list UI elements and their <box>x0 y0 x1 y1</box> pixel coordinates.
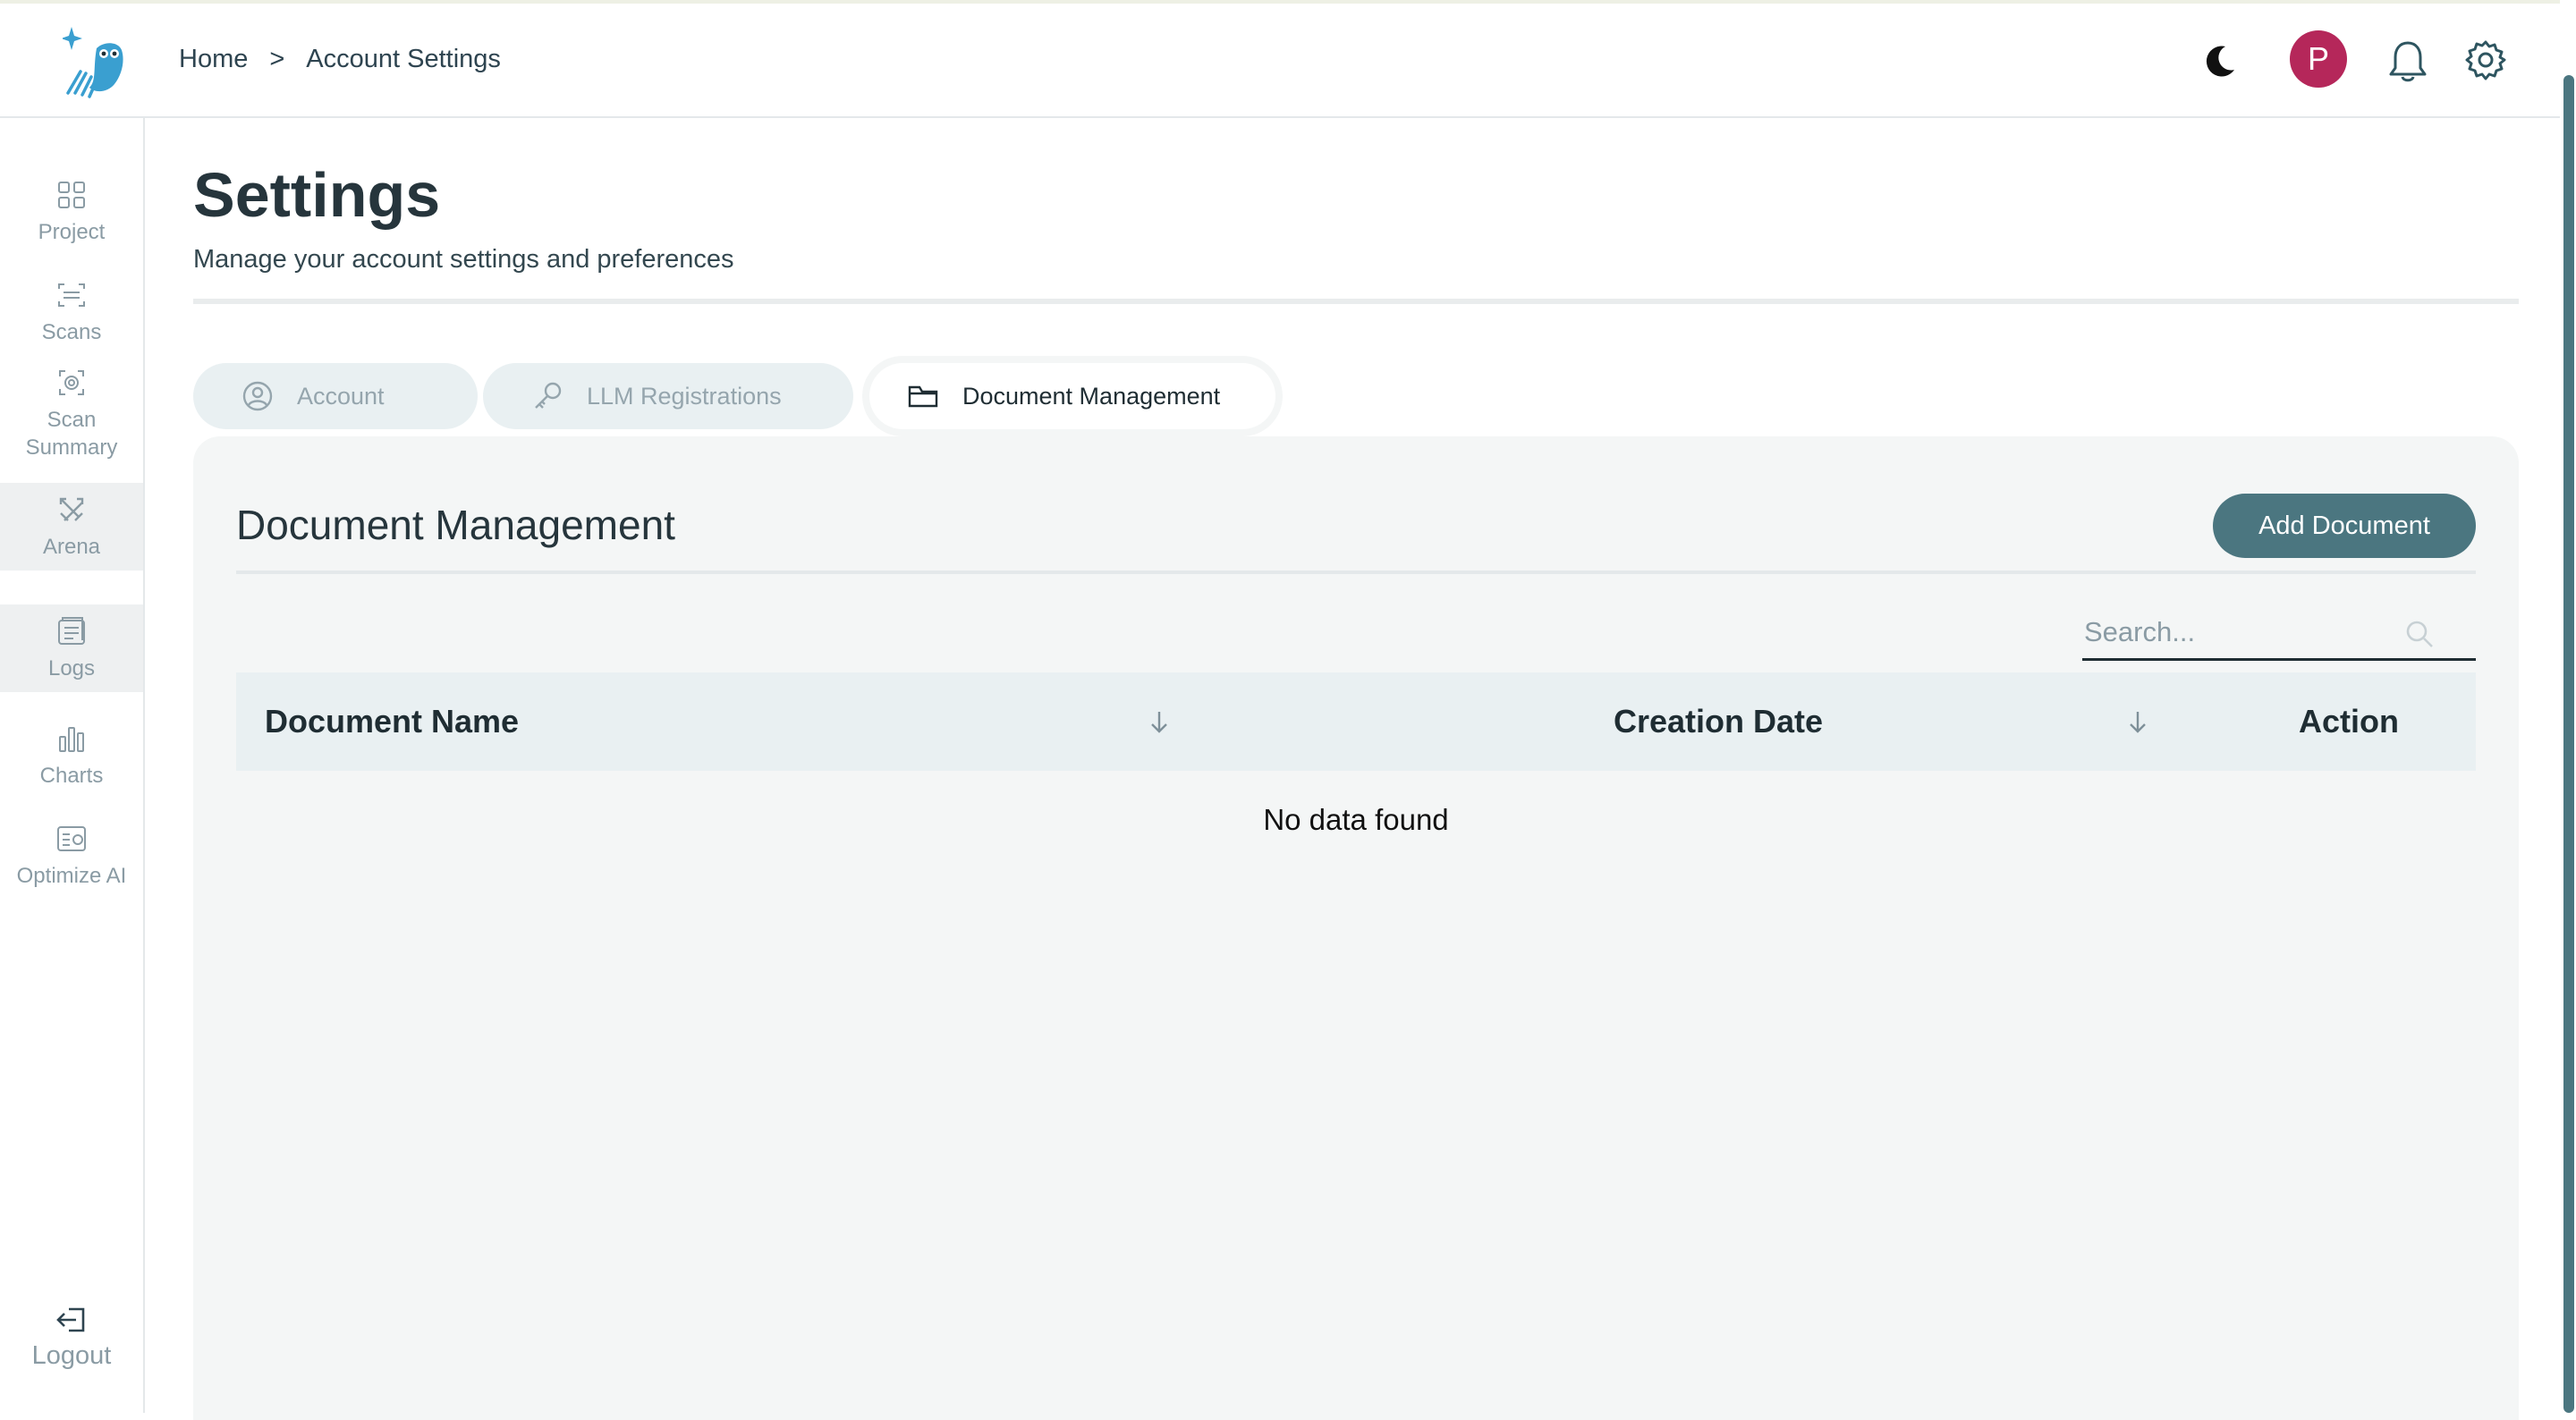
logo-owl-icon[interactable] <box>63 21 125 98</box>
column-action: Action <box>2299 703 2399 740</box>
user-circle-icon <box>242 381 273 411</box>
sidebar-item-label: Scans <box>41 320 102 344</box>
document-panel: Document Management Add Document Documen… <box>193 436 2519 1420</box>
table-header: Document Name Creation Date Action <box>236 672 2476 771</box>
scan-summary-icon <box>59 370 84 395</box>
logout-icon <box>56 1307 85 1332</box>
tab-document-management[interactable]: Document Management <box>869 363 1275 429</box>
optimize-icon <box>57 826 86 851</box>
logs-icon <box>58 617 85 645</box>
sidebar-item-scans[interactable]: Scans <box>0 279 143 346</box>
search-box <box>2082 606 2476 661</box>
key-icon <box>535 382 562 409</box>
empty-state-text: No data found <box>1263 803 1449 836</box>
page-subtitle: Manage your account settings and prefere… <box>193 245 734 274</box>
sidebar-item-label: Project <box>38 220 106 244</box>
tab-label: Account <box>297 382 385 410</box>
grid-icon <box>58 182 85 208</box>
avatar[interactable]: P <box>2290 30 2347 88</box>
breadcrumb-separator: > <box>269 45 285 73</box>
sidebar: Project Scans Scan Summary Arena Logs Ch… <box>0 118 145 1413</box>
scrollbar-thumb[interactable] <box>2563 75 2574 1413</box>
tab-label: Document Management <box>962 382 1221 410</box>
sidebar-item-charts[interactable]: Charts <box>0 723 143 790</box>
sidebar-item-scan-summary[interactable]: Scan Summary <box>0 367 143 461</box>
tab-account[interactable]: Account <box>193 363 478 429</box>
bell-icon[interactable] <box>2386 38 2429 84</box>
column-creation-date[interactable]: Creation Date <box>1614 672 1823 771</box>
folder-icon <box>908 385 938 408</box>
gear-icon[interactable] <box>2465 39 2506 80</box>
sort-arrow-icon[interactable] <box>1147 706 1172 737</box>
bar-chart-icon <box>59 727 84 752</box>
search-icon[interactable] <box>2404 619 2435 649</box>
sort-arrow-icon[interactable] <box>2125 706 2150 737</box>
sidebar-item-label: Arena <box>42 535 101 559</box>
breadcrumb-home[interactable]: Home <box>179 45 248 74</box>
panel-title: Document Management <box>236 502 675 548</box>
sidebar-item-label: Charts <box>39 764 104 788</box>
tab-label: LLM Registrations <box>587 382 782 410</box>
page-title: Settings <box>193 160 441 230</box>
sidebar-item-label: Scan Summary <box>25 408 118 460</box>
sidebar-item-optimize-ai[interactable]: Optimize AI <box>0 823 143 890</box>
swords-icon <box>59 497 84 521</box>
breadcrumb-current: Account Settings <box>306 45 501 73</box>
sidebar-item-logs[interactable]: Logs <box>0 604 143 692</box>
sidebar-item-label: Optimize AI <box>16 864 127 888</box>
add-document-button[interactable]: Add Document <box>2213 494 2476 558</box>
moon-icon[interactable] <box>2202 43 2238 79</box>
scan-icon <box>58 283 85 307</box>
sidebar-item-arena[interactable]: Arena <box>0 483 143 571</box>
logout-label: Logout <box>31 1341 112 1370</box>
panel-divider <box>236 571 2476 574</box>
tab-llm-registrations[interactable]: LLM Registrations <box>483 363 853 429</box>
column-document-name[interactable]: Document Name <box>265 672 519 771</box>
search-input[interactable] <box>2082 613 2408 651</box>
sidebar-item-label: Logs <box>47 656 96 680</box>
logout-button[interactable]: Logout <box>0 1304 143 1371</box>
title-divider <box>193 299 2519 304</box>
top-header: Home > Account Settings P <box>0 4 2560 118</box>
breadcrumb: Home > Account Settings <box>179 45 501 74</box>
sidebar-item-project[interactable]: Project <box>0 179 143 246</box>
